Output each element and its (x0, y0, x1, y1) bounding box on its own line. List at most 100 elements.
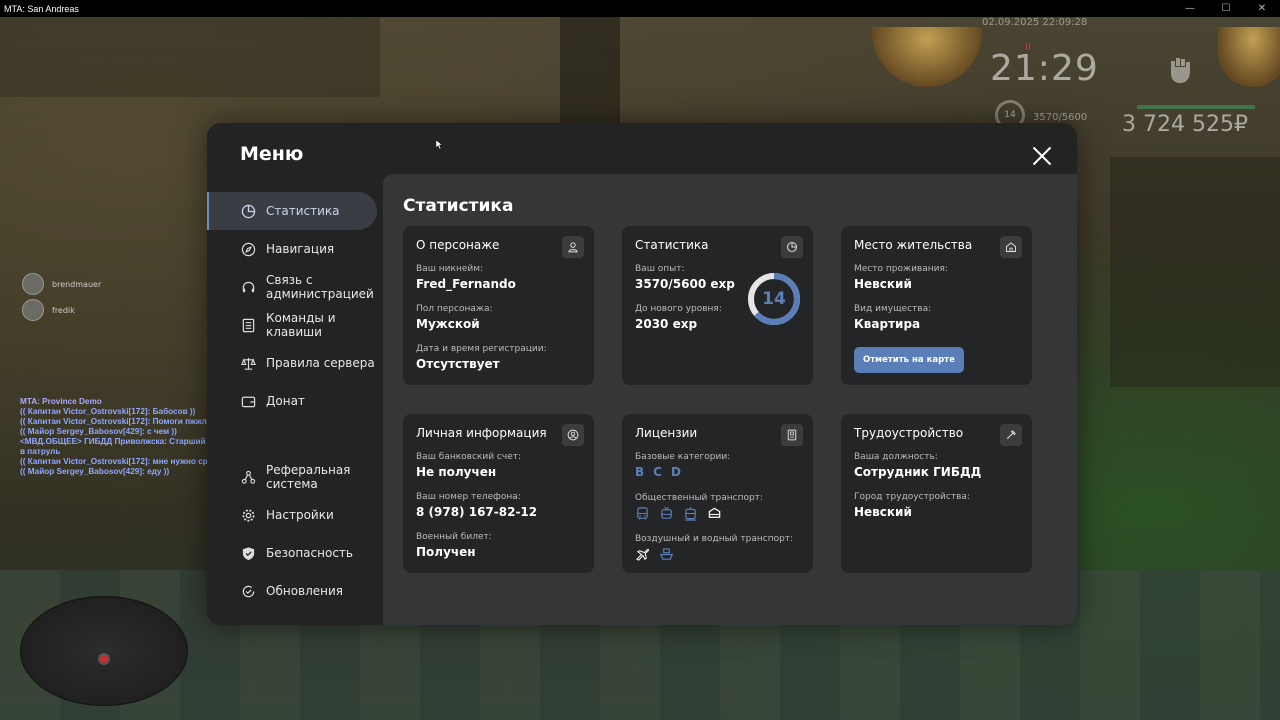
licenses-card: Лицензии Базовые категории: B C D Общест… (622, 414, 813, 573)
nick-label: Ваш никнейм: (416, 264, 484, 274)
sidebar-item-label: Статистика (266, 204, 340, 218)
phone-label: Ваш номер телефона: (416, 492, 521, 502)
bank-label: Ваш банковский счет: (416, 452, 522, 462)
hud-clock: 21:29 (990, 48, 1099, 89)
keyboard-icon (240, 317, 256, 333)
sidebar-item-label: Команды и клавиши (266, 311, 336, 339)
sidebar-item-label: Правила сервера (266, 356, 375, 370)
maximize-button[interactable]: ☐ (1208, 0, 1244, 17)
sidebar-item-commands[interactable]: Команды и клавиши (207, 306, 383, 344)
pillar (560, 17, 620, 127)
tram-icon (684, 506, 697, 521)
character-card: О персонаже Ваш никнейм: Fred_Fernando П… (403, 226, 594, 385)
window-title: MTA: San Andreas (4, 3, 79, 14)
stats-card: Статистика Ваш опыт: 3570/5600 exp До но… (622, 226, 813, 385)
ceiling-beam (0, 17, 380, 97)
sidebar-item-label: Связь с администрацией (266, 273, 374, 301)
reg-value: Отсутствует (416, 357, 500, 371)
sidebar-item-label: Навигация (266, 242, 335, 256)
residence-card: Место жительства Место проживания: Невск… (841, 226, 1032, 385)
job-city-value: Невский (854, 505, 912, 519)
player-blip-icon (98, 653, 110, 665)
air-water-transport-icons (635, 547, 800, 562)
share-icon (240, 469, 256, 485)
scales-icon (240, 355, 256, 371)
public-transport-icons (635, 506, 800, 521)
user-icon (562, 236, 584, 258)
menu-title: Меню (240, 143, 304, 165)
public-transport-label: Общественный транспорт: (635, 493, 763, 503)
sidebar-item-statistics[interactable]: Статистика (207, 192, 377, 230)
card-title: Личная информация (416, 426, 547, 440)
avatar (22, 273, 44, 295)
sidebar-item-hidden[interactable] (207, 420, 383, 458)
card-title: Лицензии (635, 426, 698, 440)
pie-chart-icon (240, 203, 256, 219)
hud-health-bar (1137, 105, 1255, 109)
sidebar-item-security[interactable]: Безопасность (207, 534, 383, 572)
sex-label: Пол персонажа: (416, 304, 493, 314)
home-icon (1000, 236, 1022, 258)
gear-icon (240, 507, 256, 523)
sidebar-item-label: Настройки (266, 508, 334, 522)
balcony (1110, 157, 1280, 387)
card-title: Статистика (635, 238, 709, 252)
bank-value: Не получен (416, 465, 497, 479)
reg-label: Дата и время регистрации: (416, 344, 547, 354)
residence-label: Место проживания: (854, 264, 948, 274)
license-category-d: D (670, 465, 681, 479)
nick-value: Fred_Fernando (416, 277, 516, 291)
hammer-icon (1000, 424, 1022, 446)
sidebar-item-label: Безопасность (266, 546, 353, 560)
position-value: Сотрудник ГИБДД (854, 465, 982, 479)
update-icon (240, 583, 256, 599)
close-menu-button[interactable] (1031, 145, 1053, 167)
property-label: Вид имущества: (854, 304, 932, 314)
military-label: Военный билет: (416, 532, 492, 542)
user-circle-icon (562, 424, 584, 446)
job-city-label: Город трудоустройства: (854, 492, 970, 502)
sidebar-item-rules[interactable]: Правила сервера (207, 344, 383, 382)
avatar (22, 299, 44, 321)
menu-header: Меню (207, 123, 1077, 175)
minimize-button[interactable]: — (1172, 0, 1208, 17)
shield-icon (240, 545, 256, 561)
sidebar-item-navigation[interactable]: Навигация (207, 230, 383, 268)
sidebar-item-referral[interactable]: Реферальная система (207, 458, 383, 496)
property-value: Квартира (854, 317, 921, 331)
card-title: Трудоустройство (854, 426, 964, 440)
chandelier (1218, 27, 1280, 87)
base-categories-label: Базовые категории: (635, 452, 731, 462)
job-card: Трудоустройство Ваша должность: Сотрудни… (841, 414, 1032, 573)
sidebar-item-label: Донат (266, 394, 305, 408)
voice-entry: brendmauer (22, 273, 101, 295)
boat-icon (659, 548, 674, 560)
mouse-cursor-icon (435, 135, 444, 154)
sidebar-item-donate[interactable]: Донат (207, 382, 383, 420)
trolleybus-icon (661, 506, 672, 519)
sidebar-item-label: Обновления (266, 584, 344, 598)
hud-exp: 3570/5600 (1033, 112, 1088, 123)
license-category-c: C (653, 465, 662, 479)
license-icon (781, 424, 803, 446)
compass-icon (240, 241, 256, 257)
air-water-transport-label: Воздушный и водный транспорт: (635, 534, 794, 544)
pie-chart-icon (781, 236, 803, 258)
phone-value: 8 (978) 167-82-12 (416, 505, 538, 519)
card-title: Место жительства (854, 238, 973, 252)
blank-icon (240, 431, 256, 447)
fist-icon (1165, 55, 1195, 89)
content-title: Статистика (403, 196, 514, 216)
headset-icon (240, 279, 256, 295)
sidebar-item-settings[interactable]: Настройки (207, 496, 383, 534)
sidebar-item-admin-contact[interactable]: Связь с администрацией (207, 268, 383, 306)
bus-icon (637, 507, 648, 520)
military-value: Получен (416, 545, 476, 559)
close-window-button[interactable]: ✕ (1244, 0, 1280, 17)
residence-value: Невский (854, 277, 912, 291)
taxi-cap-icon (708, 507, 721, 518)
card-title: О персонаже (416, 238, 500, 252)
sidebar-item-label: Реферальная система (266, 463, 351, 491)
mark-on-map-button[interactable]: Отметить на карте (854, 347, 964, 373)
sidebar-item-updates[interactable]: Обновления (207, 572, 383, 610)
